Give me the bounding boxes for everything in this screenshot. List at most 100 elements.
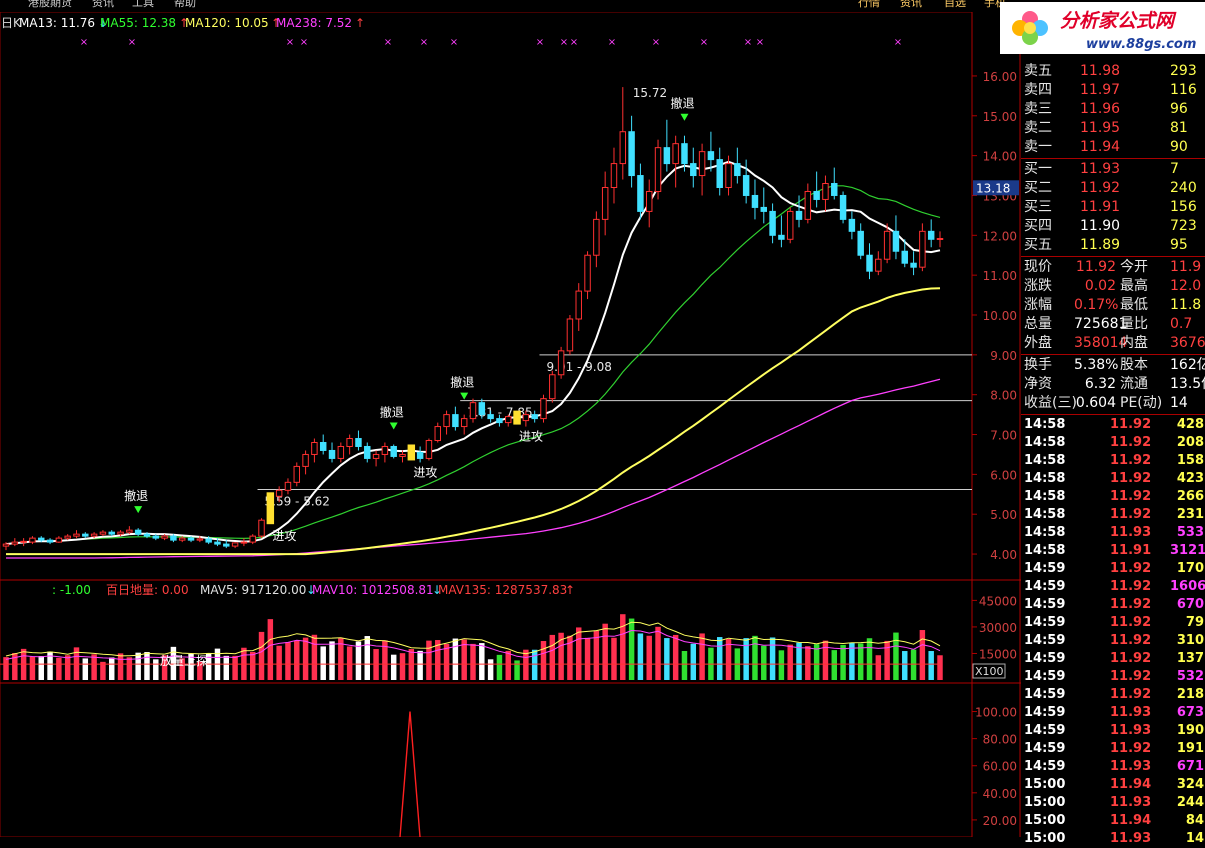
bid-label: 买四 [1024, 218, 1052, 234]
signal-marker: × [420, 37, 428, 48]
tick-price: 11.93 [1110, 759, 1152, 774]
candle [866, 243, 873, 280]
tick-time: 14:59 [1024, 597, 1066, 612]
candle [778, 215, 785, 248]
volume-bar [655, 626, 661, 680]
volume-bar [452, 638, 459, 680]
volume-legend-item: 百日地量: 0.00 [106, 583, 189, 597]
candle [73, 530, 80, 539]
orderbook-ask-row[interactable]: 卖三 11.96 96 [1024, 100, 1205, 118]
tick-price: 11.92 [1110, 417, 1152, 432]
tick-price: 11.92 [1110, 507, 1152, 522]
volume-bar [549, 634, 556, 680]
orderbook-bid-row[interactable]: 买二 11.92 240 [1024, 179, 1205, 197]
tick-volume: 244 [1176, 795, 1204, 810]
tick-row: 14:59 11.93 671 [1024, 758, 1205, 776]
volume-bar [637, 633, 644, 680]
tick-volume: 670 [1176, 597, 1204, 612]
volume-annotation: 放量上探 [160, 653, 208, 668]
volume-bar [646, 635, 652, 680]
quote-label: 流通 [1120, 376, 1148, 392]
volume-bar [928, 651, 934, 680]
signal-marker: × [700, 37, 708, 48]
signal-marker: × [300, 37, 308, 48]
volume-bar [29, 656, 36, 680]
candle [584, 251, 591, 300]
candle [372, 450, 380, 467]
quote-value: 36768 [1170, 335, 1205, 351]
orderbook-bid-row[interactable]: 买四 11.90 723 [1024, 217, 1205, 235]
volume-bar [285, 642, 291, 680]
menu-item-help[interactable]: 帮助 [174, 0, 196, 9]
volume-bar [743, 638, 749, 680]
quote-row: 现价 11.92 今开 11.9 [1024, 258, 1205, 276]
volume-bar [426, 640, 432, 680]
tick-volume: 673 [1176, 705, 1204, 720]
candle [319, 434, 327, 455]
tick-volume: 671 [1176, 759, 1204, 774]
tick-time: 14:59 [1024, 741, 1066, 756]
candle [813, 171, 820, 208]
candle [390, 444, 397, 459]
orderbook-ask-row[interactable]: 卖五 11.98 293 [1024, 62, 1205, 80]
orderbook-ask-row[interactable]: 卖四 11.97 116 [1024, 81, 1205, 99]
quote-label: PE(动) [1120, 395, 1163, 411]
ask-volume: 81 [1170, 120, 1188, 136]
orderbook-bid-row[interactable]: 买五 11.89 95 [1024, 236, 1205, 254]
orderbook-ask-row[interactable]: 卖二 11.95 81 [1024, 119, 1205, 137]
tick-volume: 423 [1176, 471, 1204, 486]
candle [760, 187, 768, 224]
signal-marker: × [570, 37, 578, 48]
down-arrow-icon [680, 113, 689, 121]
candle [619, 87, 627, 180]
volume-bar [752, 635, 758, 680]
volume-bar [602, 623, 608, 680]
candle [381, 442, 389, 463]
volume-bar [320, 646, 326, 680]
bid-price: 11.91 [1080, 199, 1121, 215]
tick-price: 11.93 [1110, 525, 1152, 540]
volume-legend-item: MAV5: 917120.00 [200, 583, 306, 597]
orderbook-bid-row[interactable]: 买一 11.93 7 [1024, 160, 1205, 178]
quote-label: 量比 [1120, 316, 1148, 332]
chart-frame [0, 11, 973, 837]
tab-watchlist[interactable]: 自选 [944, 0, 966, 9]
orderbook-divider [1021, 158, 1205, 159]
menu-item-futures[interactable]: 港股期货 [28, 0, 72, 9]
tick-time: 14:58 [1024, 417, 1066, 432]
orderbook-ask-row[interactable]: 卖一 11.94 90 [1024, 138, 1205, 156]
tick-row: 14:59 11.92 170 [1024, 560, 1205, 578]
volume-bar [937, 655, 943, 680]
bid-volume: 723 [1170, 218, 1197, 234]
bid-price: 11.90 [1080, 218, 1121, 234]
quote-divider [1021, 256, 1205, 257]
ask-label: 卖五 [1024, 63, 1052, 79]
tick-price: 11.94 [1110, 777, 1152, 792]
tab-quotes[interactable]: 行情 [858, 0, 880, 9]
tick-volume: 533 [1176, 525, 1204, 540]
menu-item-news[interactable]: 资讯 [92, 0, 114, 9]
tick-volume: 324 [1176, 777, 1204, 792]
current-price-label: 13.18 [976, 181, 1010, 195]
volume-bar [919, 630, 926, 680]
price-tick-label: 16.00 [983, 70, 1017, 84]
candle [82, 532, 89, 539]
volume-bar [443, 643, 450, 680]
candle [742, 159, 750, 204]
ask-label: 卖二 [1024, 120, 1052, 136]
signal-attack-label: 进攻 [519, 430, 543, 444]
bid-label: 买三 [1024, 199, 1052, 215]
candle [672, 135, 679, 188]
signal-marker: × [128, 37, 136, 48]
menu-item-tools[interactable]: 工具 [132, 0, 154, 9]
quote-row: 净资 6.32流通 13.5亿 [1024, 375, 1205, 393]
indicator-tick-label: 100.00 [975, 706, 1017, 720]
volume-bar [628, 618, 635, 680]
price-tick-label: 14.00 [983, 150, 1017, 164]
volume-bar [346, 646, 353, 680]
candle [425, 438, 433, 461]
tab-news[interactable]: 资讯 [900, 0, 922, 9]
orderbook-bid-row[interactable]: 买三 11.91 156 [1024, 198, 1205, 216]
ticks-divider [1021, 414, 1205, 415]
candle [804, 183, 812, 224]
